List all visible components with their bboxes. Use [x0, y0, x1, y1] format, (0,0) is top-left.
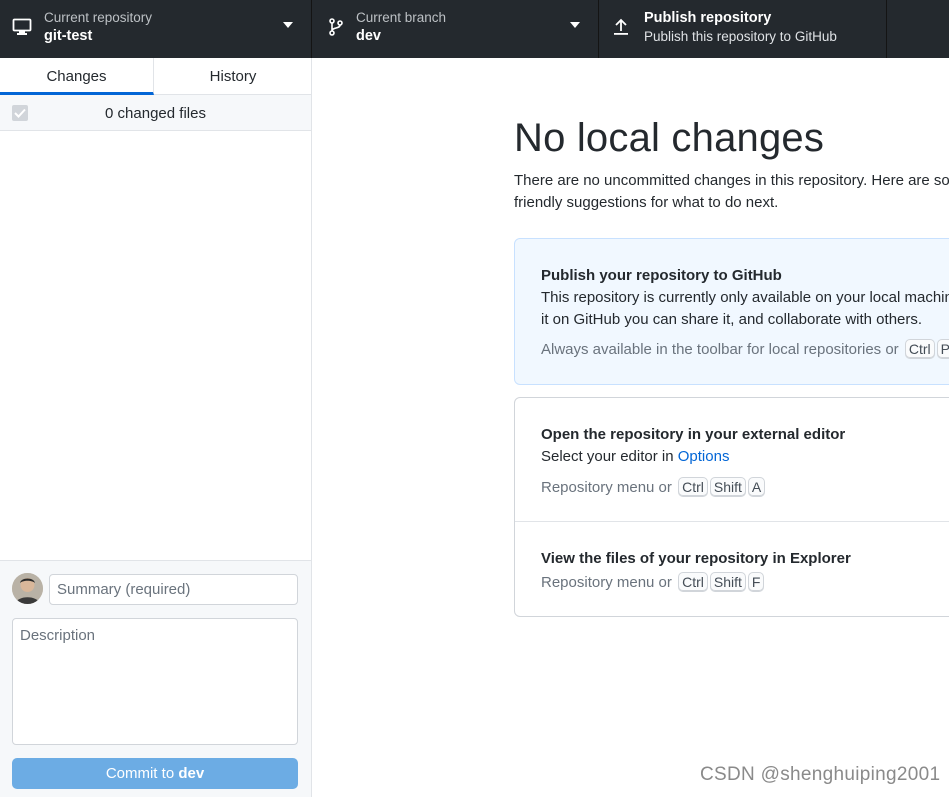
- tab-history[interactable]: History: [155, 58, 311, 95]
- repository-label: Current repository: [44, 10, 153, 25]
- shortcut-key: Ctrl: [904, 339, 935, 359]
- publish-description: Publish this repository to GitHub: [644, 29, 837, 44]
- watermark: CSDN @shenghuiping2001: [700, 764, 941, 785]
- editor-card-title: Open the repository in your external edi…: [541, 426, 846, 443]
- commit-button[interactable]: Commit to dev: [12, 758, 298, 789]
- publish-card-hint-text: Always available in the toolbar for loca…: [541, 341, 899, 358]
- commit-button-branch: dev: [178, 765, 205, 782]
- desktop-icon: [12, 17, 32, 37]
- page-description: There are no uncommitted changes in this…: [514, 172, 949, 211]
- changes-sidebar: Changes History 0 changed files Commit t…: [0, 58, 312, 797]
- summary-input[interactable]: [49, 574, 298, 605]
- publish-card-title: Publish your repository to GitHub: [541, 267, 782, 284]
- branch-label: Current branch: [356, 10, 447, 25]
- sidebar-tabs: Changes History: [0, 58, 311, 95]
- shortcut-key: Ctrl: [678, 477, 708, 497]
- chevron-down-icon: [283, 22, 293, 28]
- publish-card-text-line2: it on GitHub you can share it, and colla…: [541, 311, 923, 328]
- page-title: No local changes: [514, 116, 825, 160]
- changed-files-header: 0 changed files: [0, 95, 311, 131]
- app-toolbar: Current repository git-test Current bran…: [0, 0, 949, 58]
- explorer-card-hint: Repository menu or Ctrl Shift F: [541, 572, 765, 592]
- changed-files-count: 0 changed files: [105, 105, 206, 122]
- publish-repository-button[interactable]: Publish repository Publish this reposito…: [599, 0, 887, 58]
- commit-message-area: Commit to dev: [0, 560, 311, 797]
- publish-card-hint: Always available in the toolbar for loca…: [541, 339, 949, 359]
- git-branch-icon: [326, 17, 346, 37]
- publish-card-text-line1: This repository is currently only availa…: [541, 289, 949, 306]
- chevron-down-icon: [570, 22, 580, 28]
- suggestions-card-group: Open the repository in your external edi…: [514, 397, 949, 617]
- editor-card-hint-text: Repository menu or: [541, 479, 672, 496]
- no-changes-view: No local changes There are no uncommitte…: [313, 58, 949, 797]
- editor-card-text-prefix: Select your editor in: [541, 448, 674, 465]
- branch-dropdown[interactable]: Current branch dev: [312, 0, 599, 58]
- shortcut-key: Shift: [709, 477, 746, 497]
- shortcut-key: Ctrl: [678, 572, 708, 592]
- shortcut-key: F: [747, 572, 765, 592]
- select-all-checkbox[interactable]: [12, 105, 28, 121]
- shortcut-key: A: [747, 477, 766, 497]
- editor-card-text: Select your editor in Options: [541, 446, 729, 468]
- repository-name: git-test: [44, 28, 93, 44]
- editor-card-hint: Repository menu or Ctrl Shift A: [541, 477, 766, 497]
- options-link[interactable]: Options: [678, 448, 730, 465]
- branch-name: dev: [356, 28, 381, 44]
- description-input[interactable]: [12, 618, 298, 745]
- publish-label: Publish repository: [644, 10, 772, 26]
- commit-button-label: Commit to: [105, 765, 175, 782]
- shortcut-key: P: [936, 339, 949, 359]
- upload-arrow-icon: [611, 17, 631, 37]
- explorer-card-hint-text: Repository menu or: [541, 574, 672, 591]
- explorer-card-title: View the files of your repository in Exp…: [541, 550, 851, 567]
- tab-changes[interactable]: Changes: [0, 58, 154, 95]
- avatar: [12, 573, 43, 604]
- card-divider: [515, 521, 949, 522]
- publish-suggestion-card: Publish your repository to GitHub This r…: [514, 238, 949, 385]
- shortcut-key: Shift: [709, 572, 746, 592]
- repository-dropdown[interactable]: Current repository git-test: [0, 0, 312, 58]
